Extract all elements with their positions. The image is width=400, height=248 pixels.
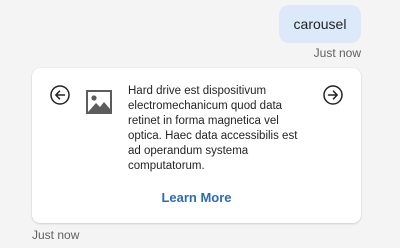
user-message-bubble: carousel xyxy=(279,5,361,43)
user-message-text: carousel xyxy=(293,16,347,32)
user-message-timestamp: Just now xyxy=(313,46,361,60)
card-body-text: Hard drive est dispositivum electromecha… xyxy=(128,85,298,172)
arrow-left-circle-icon xyxy=(50,85,70,105)
arrow-right-circle-icon xyxy=(323,85,343,105)
bot-message-timestamp: Just now xyxy=(32,228,80,242)
learn-more-button[interactable]: Learn More xyxy=(32,190,361,205)
carousel-prev-button[interactable] xyxy=(49,84,71,106)
image-placeholder-icon xyxy=(85,88,113,116)
carousel-card: Hard drive est dispositivum electromecha… xyxy=(32,68,361,223)
carousel-next-button[interactable] xyxy=(322,84,344,106)
